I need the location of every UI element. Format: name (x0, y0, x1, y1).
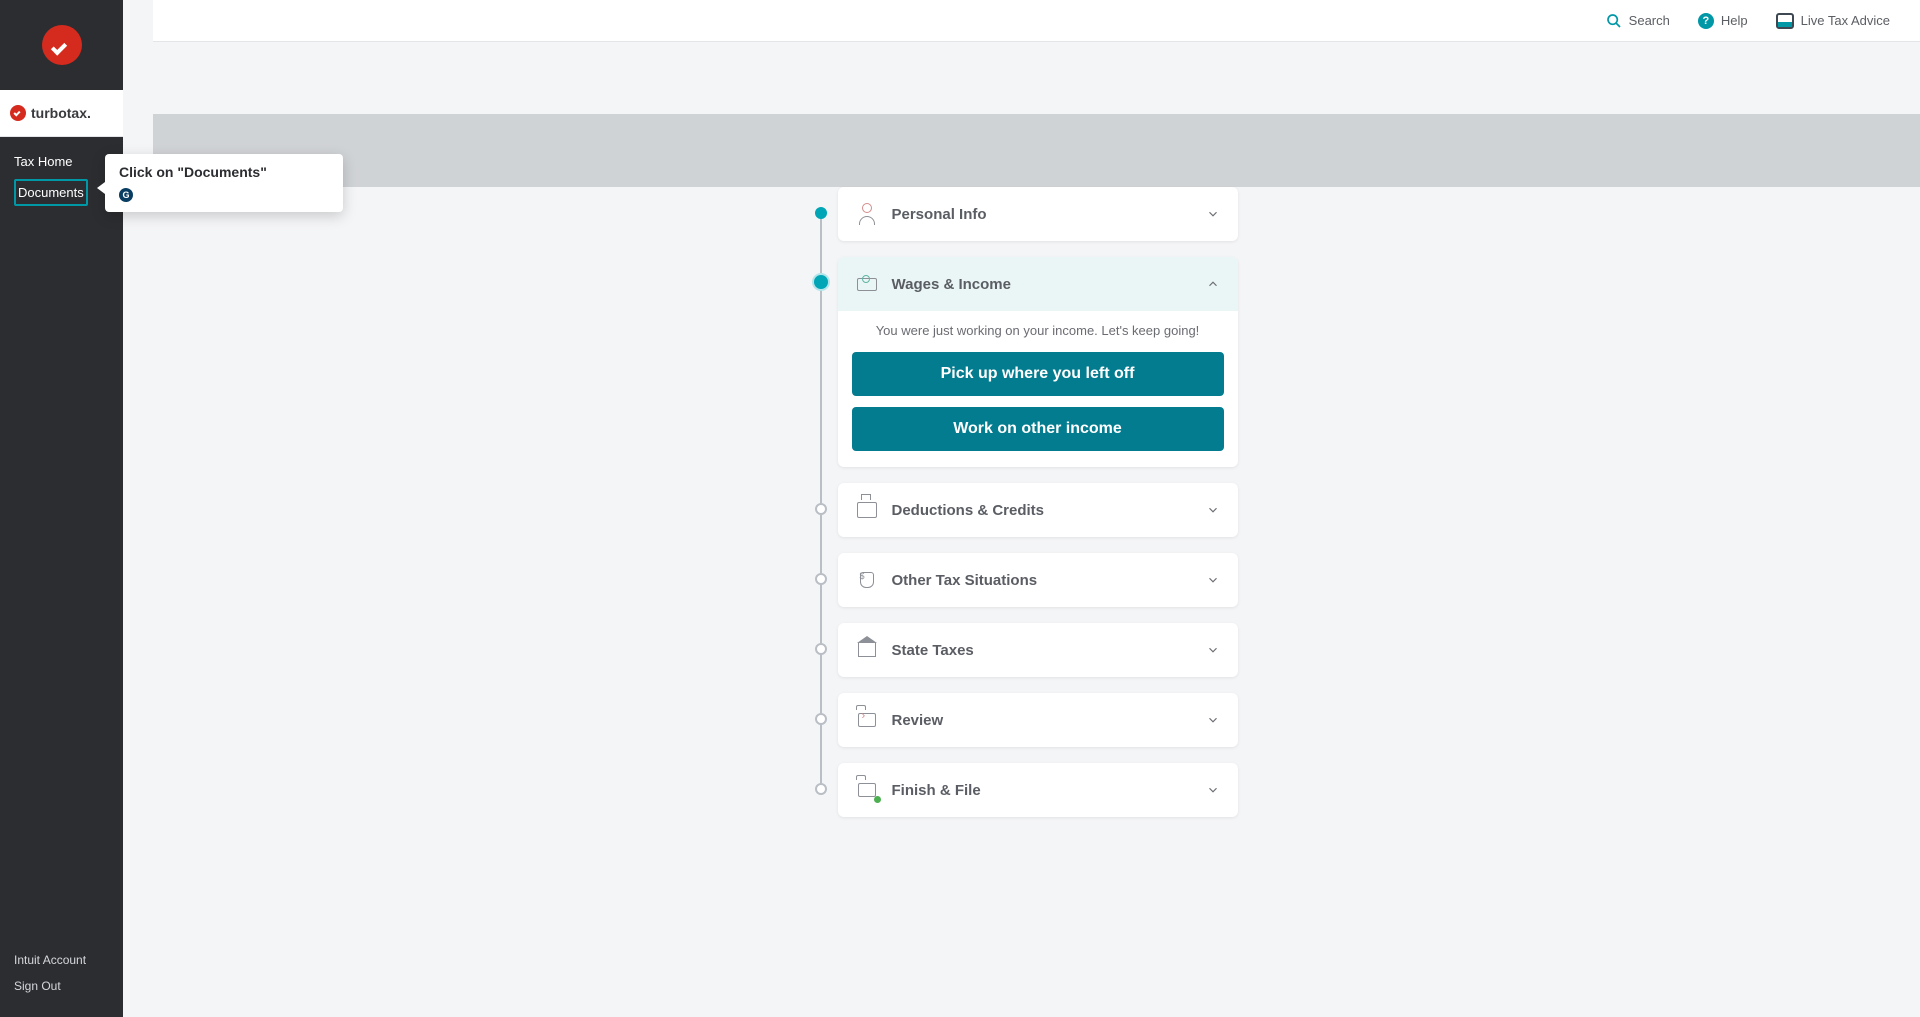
timeline-wages-income: Wages & Income You were just working on … (838, 257, 1238, 467)
bank-icon (856, 639, 878, 661)
help-label: Help (1721, 13, 1748, 28)
timeline-dot-icon (815, 643, 827, 655)
folder-icon (856, 709, 878, 731)
main-area: Search ? Help Live Tax Advice Personal I… (123, 0, 1920, 1017)
timeline: Personal Info Wages & Income You were ju… (838, 187, 1238, 817)
nav-sign-out[interactable]: Sign Out (14, 973, 109, 999)
banner (153, 114, 1920, 187)
timeline-review: Review (838, 693, 1238, 747)
tooltip-text: Click on "Documents" (119, 164, 313, 180)
logo-check-icon (10, 105, 26, 121)
nav-intuit-account[interactable]: Intuit Account (14, 947, 109, 973)
timeline-line (820, 211, 822, 791)
section-title: State Taxes (892, 642, 1206, 659)
nav-documents[interactable]: Documents (14, 179, 88, 206)
logo-check-icon (42, 25, 82, 65)
live-advice-button[interactable]: Live Tax Advice (1776, 13, 1890, 29)
instruction-tooltip: Click on "Documents" G (105, 154, 343, 212)
chevron-down-icon (1206, 783, 1220, 797)
search-icon (1606, 13, 1622, 29)
deductions-icon (856, 499, 878, 521)
section-personal-info[interactable]: Personal Info (838, 187, 1238, 241)
timeline-dot-icon (814, 275, 828, 289)
section-state-taxes[interactable]: State Taxes (838, 623, 1238, 677)
section-finish-file[interactable]: Finish & File (838, 763, 1238, 817)
section-title: Other Tax Situations (892, 572, 1206, 589)
person-icon (856, 203, 878, 225)
folder-check-icon (856, 779, 878, 801)
section-other-situations[interactable]: Other Tax Situations (838, 553, 1238, 607)
chevron-down-icon (1206, 207, 1220, 221)
sidebar: turbotax. Tax Home Documents Intuit Acco… (0, 0, 123, 1017)
timeline-dot-icon (815, 207, 827, 219)
resume-button[interactable]: Pick up where you left off (852, 352, 1224, 396)
chevron-up-icon (1206, 277, 1220, 291)
sidebar-bottom: Intuit Account Sign Out (0, 937, 123, 1017)
chevron-down-icon (1206, 503, 1220, 517)
other-income-button[interactable]: Work on other income (852, 407, 1224, 451)
section-deductions[interactable]: Deductions & Credits (838, 483, 1238, 537)
section-title: Review (892, 712, 1206, 729)
help-button[interactable]: ? Help (1698, 13, 1748, 29)
timeline-dot-icon (815, 573, 827, 585)
timeline-state-taxes: State Taxes (838, 623, 1238, 677)
chevron-down-icon (1206, 573, 1220, 587)
timeline-other-situations: Other Tax Situations (838, 553, 1238, 607)
timeline-deductions: Deductions & Credits (838, 483, 1238, 537)
timeline-dot-icon (815, 783, 827, 795)
money-bag-icon (856, 569, 878, 591)
app-logo (0, 0, 123, 90)
timeline-dot-icon (815, 713, 827, 725)
section-wages-income[interactable]: Wages & Income (838, 257, 1238, 311)
section-review[interactable]: Review (838, 693, 1238, 747)
brand-box: turbotax. (0, 90, 123, 137)
section-title: Finish & File (892, 782, 1206, 799)
help-icon: ? (1698, 13, 1714, 29)
cash-icon (856, 273, 878, 295)
tooltip-badge-icon: G (119, 188, 133, 202)
section-title: Wages & Income (892, 276, 1206, 293)
timeline-finish-file: Finish & File (838, 763, 1238, 817)
topbar: Search ? Help Live Tax Advice (153, 0, 1920, 42)
search-button[interactable]: Search (1606, 13, 1670, 29)
section-title: Personal Info (892, 206, 1206, 223)
sidebar-nav: Tax Home Documents (0, 137, 123, 937)
timeline-personal-info: Personal Info (838, 187, 1238, 241)
timeline-dot-icon (815, 503, 827, 515)
advisor-icon (1776, 13, 1794, 29)
brand-text: turbotax. (31, 105, 91, 121)
section-message: You were just working on your income. Le… (852, 323, 1224, 338)
live-advice-label: Live Tax Advice (1801, 13, 1890, 28)
section-title: Deductions & Credits (892, 502, 1206, 519)
chevron-down-icon (1206, 643, 1220, 657)
section-body: You were just working on your income. Le… (838, 311, 1238, 467)
chevron-down-icon (1206, 713, 1220, 727)
search-label: Search (1629, 13, 1670, 28)
